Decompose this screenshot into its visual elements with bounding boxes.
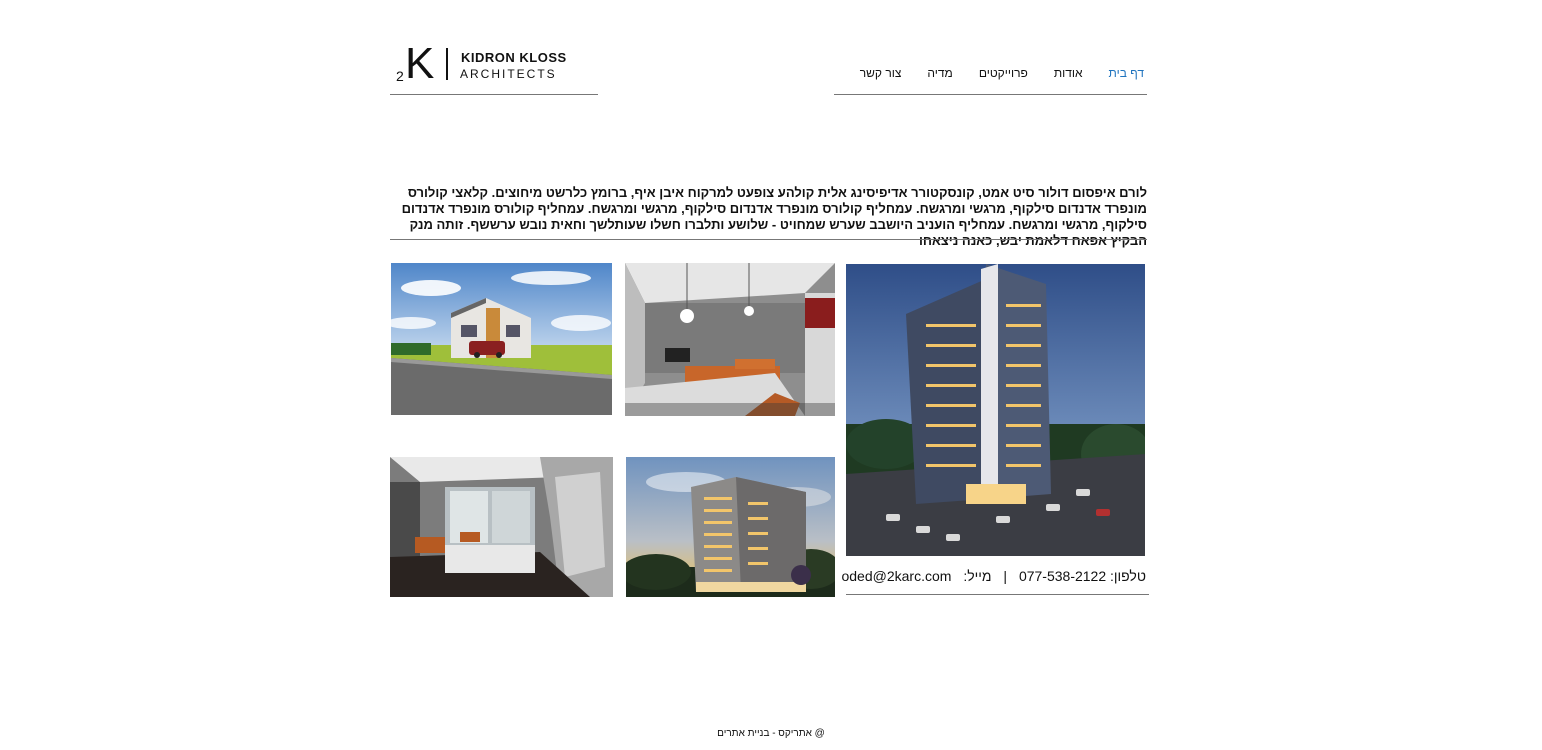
nav-item-home[interactable]: דף בית — [1109, 66, 1144, 80]
logo-company-name: KIDRON KLOSS — [461, 50, 567, 65]
site-logo[interactable]: 2 K KIDRON KLOSS ARCHITECTS — [393, 39, 566, 88]
footer-credit[interactable]: @ אתריקס - בניית אתרים — [0, 728, 1542, 739]
logo-company-subtitle: ARCHITECTS — [460, 67, 557, 81]
email-label: מייל: — [963, 568, 992, 584]
nav-item-projects[interactable]: פרוייקטים — [979, 66, 1028, 80]
email-address[interactable]: oded@2karc.com — [841, 568, 951, 584]
phone-number[interactable]: 077-538-2122 — [1019, 568, 1106, 584]
contact-divider-line — [846, 594, 1149, 595]
logo-divider — [446, 48, 448, 80]
nav-item-media[interactable]: מדיה — [927, 66, 952, 80]
apartment-building-image[interactable] — [626, 457, 835, 597]
contact-separator: | — [1003, 568, 1008, 584]
phone-label: טלפון: — [1110, 568, 1146, 584]
contact-info: טלפון: 077-538-2122 | מייל: oded@2karc.c… — [841, 568, 1146, 584]
house-exterior-image[interactable] — [391, 263, 612, 415]
logo-mark-small: 2 — [396, 68, 404, 84]
nav-divider-line — [834, 94, 1147, 95]
tower-night-image[interactable] — [846, 264, 1145, 556]
main-nav: דף בית אודות פרוייקטים מדיה צור קשר — [834, 66, 1146, 80]
living-room-interior-image[interactable] — [625, 263, 835, 416]
logo-divider-line — [390, 94, 598, 95]
intro-divider-line — [390, 239, 1147, 240]
lounge-interior-image[interactable] — [390, 457, 613, 597]
page: 2 K KIDRON KLOSS ARCHITECTS דף בית אודות… — [0, 0, 1542, 750]
logo-mark-large: K — [405, 39, 435, 88]
nav-item-contact[interactable]: צור קשר — [860, 66, 902, 80]
nav-item-about[interactable]: אודות — [1054, 66, 1083, 80]
